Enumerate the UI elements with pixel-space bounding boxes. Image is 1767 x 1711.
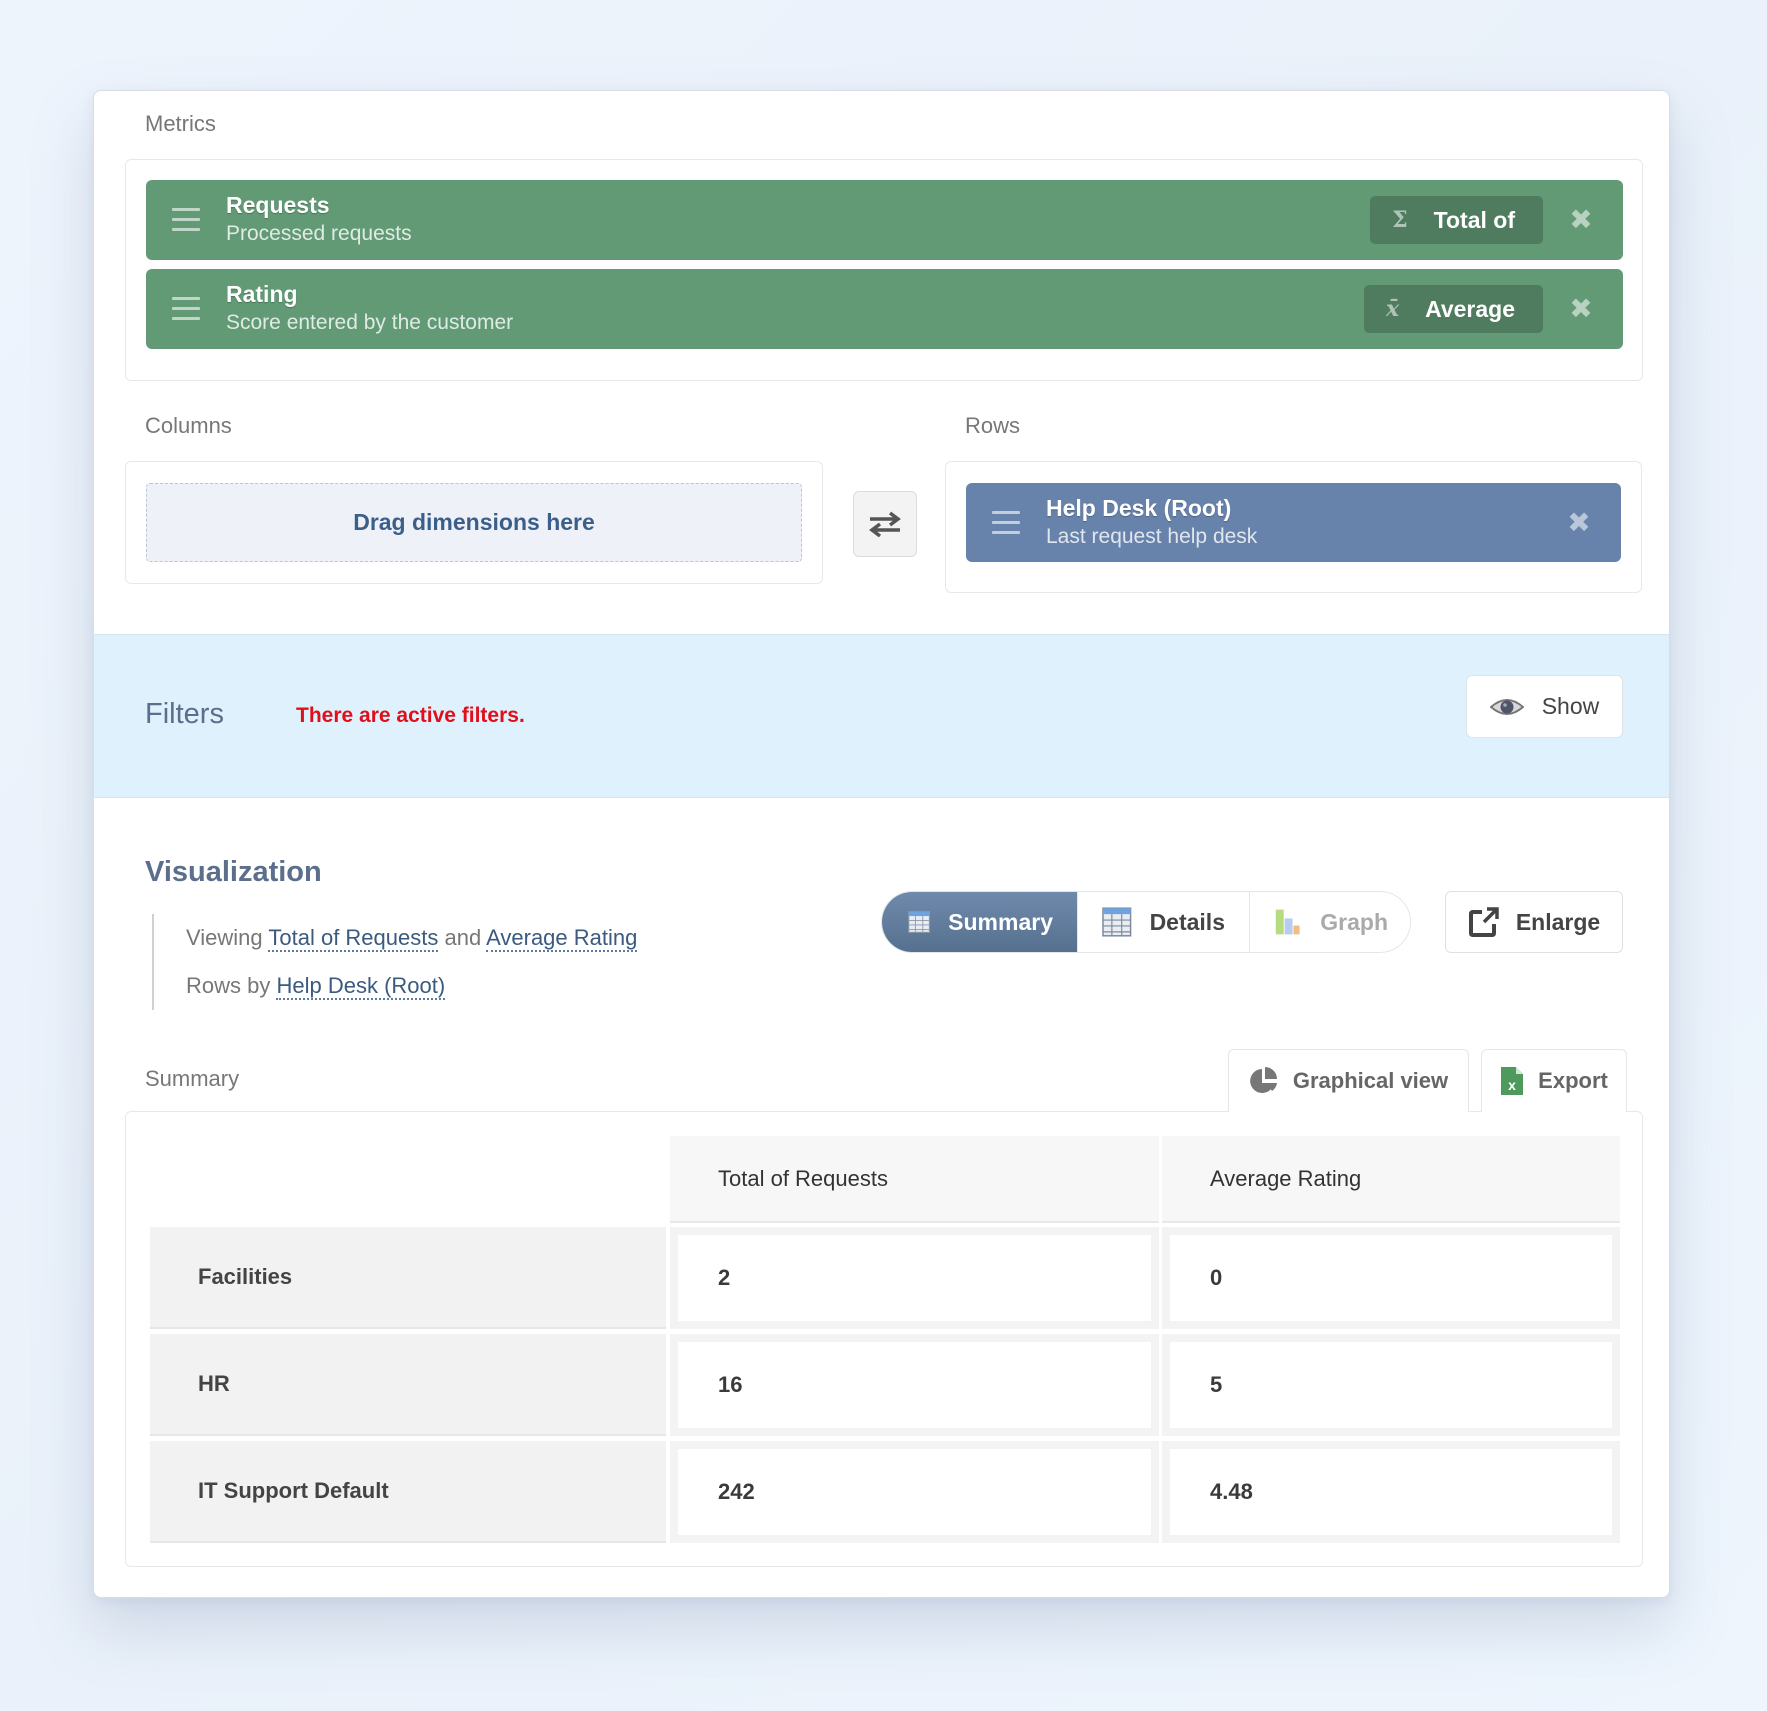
- filters-title: Filters: [145, 698, 224, 730]
- row-header: HR: [150, 1334, 666, 1436]
- aggregation-label: Average: [1425, 295, 1515, 322]
- metric-chip-rating[interactable]: Rating Score entered by the customer x̄ …: [146, 269, 1623, 349]
- joiner-text: and: [444, 925, 482, 950]
- column-header-total-requests: Total of Requests: [670, 1136, 1159, 1223]
- show-filters-button[interactable]: Show: [1466, 675, 1623, 738]
- filters-section: Filters There are active filters. Show: [94, 634, 1669, 798]
- row-header: IT Support Default: [150, 1441, 666, 1543]
- aggregation-button[interactable]: Σ Total of: [1370, 196, 1543, 244]
- metric-link-total-requests[interactable]: Total of Requests: [268, 925, 439, 952]
- columns-box: Drag dimensions here: [125, 461, 823, 584]
- bar-chart-icon: [1275, 909, 1300, 935]
- dimension-title: Help Desk (Root): [1046, 495, 1232, 521]
- swap-axes-button[interactable]: [853, 491, 917, 557]
- column-header-average-rating: Average Rating: [1162, 1136, 1620, 1223]
- visualization-mode-switch: Summary Details Graph: [881, 891, 1411, 953]
- export-label: Export: [1538, 1068, 1608, 1093]
- metrics-label: Metrics: [145, 111, 216, 136]
- rows-label: Rows: [965, 413, 1021, 438]
- viewing-prefix: Viewing: [186, 925, 263, 950]
- dimension-link-help-desk[interactable]: Help Desk (Root): [276, 973, 446, 1000]
- mode-graph-button[interactable]: Graph: [1250, 892, 1410, 952]
- summary-table-box: Total of Requests Average Rating Facilit…: [125, 1111, 1643, 1567]
- table-cell: 2: [670, 1227, 1159, 1329]
- cell-value: 0: [1170, 1235, 1612, 1321]
- mode-details-label: Details: [1149, 908, 1225, 935]
- table-icon: [908, 911, 930, 933]
- remove-dimension-icon[interactable]: ✖: [1563, 505, 1595, 541]
- enlarge-label: Enlarge: [1515, 908, 1601, 935]
- graphical-view-label: Graphical view: [1292, 1068, 1449, 1093]
- table-cell: 242: [670, 1441, 1159, 1543]
- mode-summary-label: Summary: [948, 908, 1053, 935]
- metric-subtitle: Processed requests: [226, 222, 412, 245]
- remove-metric-icon[interactable]: ✖: [1565, 291, 1597, 327]
- graphical-view-tab[interactable]: Graphical view: [1228, 1049, 1469, 1112]
- visualization-title: Visualization: [145, 856, 322, 888]
- cell-value: 5: [1170, 1342, 1612, 1428]
- pie-chart-icon: [1250, 1067, 1277, 1093]
- remove-metric-icon[interactable]: ✖: [1565, 202, 1597, 238]
- excel-file-icon: x: [1501, 1067, 1524, 1095]
- report-builder-panel: Metrics Requests Processed requests Σ To…: [93, 90, 1670, 1598]
- show-filters-label: Show: [1541, 693, 1600, 719]
- aggregation-label: Total of: [1433, 206, 1515, 233]
- table-icon: [1102, 907, 1132, 937]
- drag-handle-icon[interactable]: [992, 511, 1020, 535]
- mode-details-button[interactable]: Details: [1078, 892, 1250, 952]
- metric-chip-requests[interactable]: Requests Processed requests Σ Total of ✖: [146, 180, 1623, 260]
- enlarge-button[interactable]: Enlarge: [1445, 891, 1623, 953]
- mode-summary-button[interactable]: Summary: [882, 892, 1078, 952]
- cell-value: 16: [678, 1342, 1151, 1428]
- cell-value: 2: [678, 1235, 1151, 1321]
- metric-title: Rating: [226, 281, 298, 307]
- visualization-description: Viewing Total of Requests and Average Ra…: [152, 914, 638, 1010]
- eye-icon: [1489, 698, 1524, 715]
- table-cell: 4.48: [1162, 1441, 1620, 1543]
- table-cell: 0: [1162, 1227, 1620, 1329]
- aggregation-button[interactable]: x̄ Average: [1363, 285, 1543, 333]
- active-filters-message: There are active filters.: [296, 704, 525, 727]
- drag-handle-icon[interactable]: [172, 297, 200, 321]
- dimension-chip-help-desk[interactable]: Help Desk (Root) Last request help desk …: [966, 483, 1621, 562]
- metric-link-average-rating[interactable]: Average Rating: [486, 925, 638, 952]
- external-link-icon: [1468, 907, 1499, 937]
- table-cell: 16: [670, 1334, 1159, 1436]
- swap-arrows-icon: [869, 511, 901, 537]
- mean-icon: x̄: [1385, 296, 1400, 322]
- svg-text:x: x: [1508, 1077, 1516, 1093]
- export-tab[interactable]: x Export: [1481, 1049, 1627, 1112]
- cell-value: 242: [678, 1449, 1151, 1535]
- summary-label: Summary: [145, 1066, 240, 1091]
- rows-box: Help Desk (Root) Last request help desk …: [945, 461, 1642, 593]
- mode-graph-label: Graph: [1320, 908, 1388, 935]
- dimension-subtitle: Last request help desk: [1046, 525, 1258, 548]
- columns-dropzone[interactable]: Drag dimensions here: [146, 483, 802, 562]
- metric-title: Requests: [226, 192, 330, 218]
- drag-handle-icon[interactable]: [172, 208, 200, 232]
- metrics-box: Requests Processed requests Σ Total of ✖…: [125, 159, 1643, 381]
- rows-prefix: Rows by: [186, 973, 271, 998]
- viewing-line: Viewing Total of Requests and Average Ra…: [186, 914, 638, 962]
- columns-label: Columns: [145, 413, 232, 438]
- sigma-icon: Σ: [1392, 207, 1408, 233]
- cell-value: 4.48: [1170, 1449, 1612, 1535]
- rows-line: Rows by Help Desk (Root): [186, 962, 637, 1010]
- row-header: Facilities: [150, 1227, 666, 1329]
- metric-subtitle: Score entered by the customer: [226, 311, 514, 334]
- table-cell: 5: [1162, 1334, 1620, 1436]
